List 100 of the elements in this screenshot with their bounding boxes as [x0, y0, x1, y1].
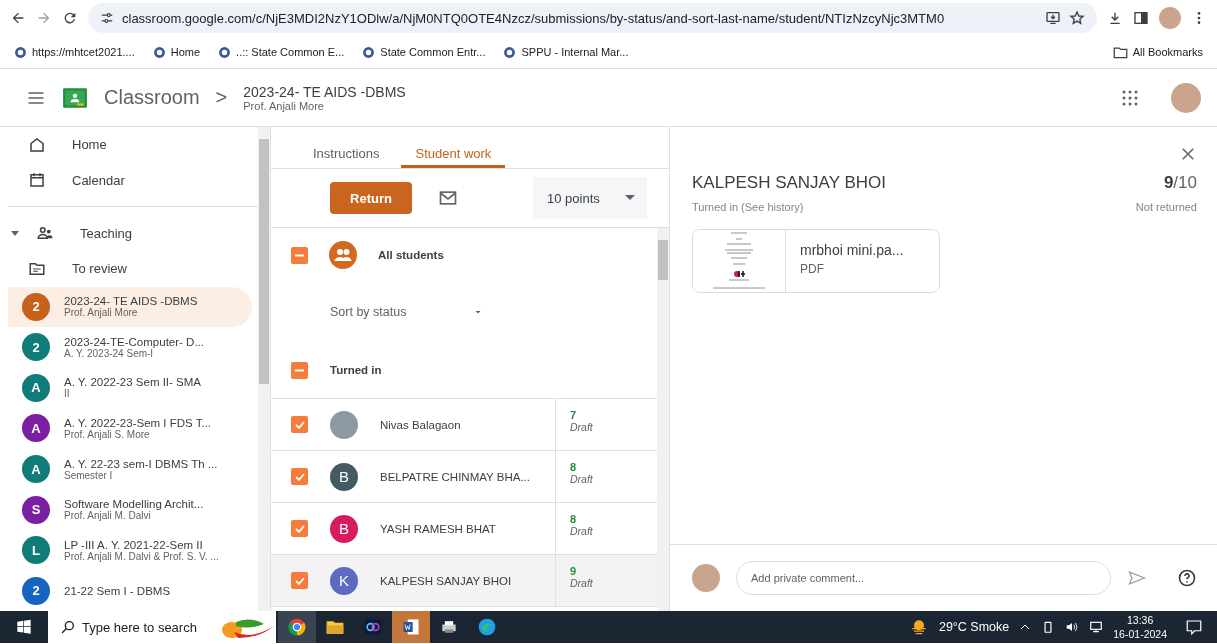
help-icon[interactable]	[1177, 568, 1197, 588]
submission-status: Draft	[570, 421, 593, 433]
nav-item[interactable]: Calendar	[0, 162, 258, 199]
nav-item[interactable]: To review	[0, 250, 258, 287]
clock[interactable]: 13:36 16-01-2024	[1113, 613, 1167, 641]
submission-status: Draft	[570, 525, 593, 537]
sort-dropdown[interactable]: Sort by status	[330, 305, 407, 319]
globe-icon	[152, 45, 166, 59]
class-title[interactable]: 2023-24- TE AIDS -DBMS	[243, 83, 406, 100]
grade[interactable]: 9	[570, 565, 593, 577]
scrollbar[interactable]	[258, 127, 270, 611]
class-avatar: 2	[22, 576, 50, 605]
tab[interactable]: Instructions	[299, 127, 394, 168]
grade[interactable]: 8	[570, 513, 593, 525]
install-app-icon[interactable]	[1045, 10, 1061, 26]
all-students-label: All students	[378, 249, 444, 261]
bookmark[interactable]: https://mhtcet2021....	[14, 45, 135, 59]
class-item[interactable]: S Software Modelling Archit... Prof. Anjali M. Dalvi	[8, 489, 252, 530]
taskbar-search-field[interactable]: Type here to search	[48, 611, 276, 643]
class-item[interactable]: A A. Y. 22-23 sem-I DBMS Th ... Semester I	[8, 448, 252, 490]
class-avatar: A	[22, 373, 50, 402]
dropdown-caret-icon	[625, 195, 635, 201]
folder-icon	[1112, 44, 1128, 60]
all-bookmarks[interactable]: All Bookmarks	[1112, 44, 1203, 60]
send-icon[interactable]	[1127, 568, 1147, 588]
back-icon[interactable]	[10, 10, 26, 26]
side-panel-icon[interactable]	[1133, 10, 1149, 26]
bookmark[interactable]: State Common Entr...	[362, 45, 486, 59]
file-name: mrbhoi mini.pa...	[800, 242, 904, 258]
grade[interactable]: 9/10	[1135, 173, 1197, 193]
weather-text[interactable]: 29°C Smoke	[938, 620, 1010, 634]
grade[interactable]: 8	[570, 461, 593, 473]
class-item[interactable]: A A. Y. 2022-23-Sem I FDS T... Prof. Anjali S. More	[8, 408, 252, 449]
profile-avatar	[692, 564, 720, 592]
class-item[interactable]: 2 21-22 Sem I - DBMS	[8, 570, 252, 611]
class-avatar: 2	[22, 333, 50, 362]
attachment-card[interactable]: mrbhoi mini.pa... PDF	[692, 229, 940, 293]
apps-grid-icon[interactable]	[1121, 88, 1139, 107]
speaker-icon[interactable]	[1065, 620, 1080, 634]
teacher-name: Prof. Anjali More	[243, 99, 325, 112]
checkbox[interactable]	[291, 572, 308, 589]
class-avatar: L	[22, 536, 50, 565]
student-name: KALPESH SANJAY BHOI	[692, 173, 886, 193]
app-name[interactable]: Classroom	[104, 86, 200, 109]
comment-field[interactable]: Add private comment...	[736, 561, 1111, 595]
reload-icon[interactable]	[62, 10, 78, 26]
globe-icon	[503, 45, 517, 59]
student-photo	[330, 410, 358, 439]
group-label: Turned in	[330, 364, 382, 376]
app-icon	[363, 617, 383, 637]
address-bar[interactable]: classroom.google.com/c/NjE3MDI2NzY1ODlw/a/NjM0NTQ0OTE4Nzcz/submissions/by-status/and-sort-last-name/student/NTIzNzcyNjc3MTM0	[88, 3, 1097, 33]
student-avatar: K	[330, 566, 358, 595]
return-status: Not returned	[1135, 201, 1197, 213]
close-icon[interactable]	[1179, 145, 1197, 163]
grade[interactable]: 7	[570, 409, 593, 421]
group-icon	[329, 241, 357, 269]
student-row[interactable]: Nivas Balagaon 7 Draft	[271, 399, 657, 451]
class-item[interactable]: 2 2023-24-TE-Computer- D... A. Y. 2023-24 Sem-I	[8, 327, 252, 368]
globe-icon	[362, 45, 376, 59]
network-icon[interactable]	[1089, 620, 1104, 634]
bookmark[interactable]: Home	[152, 45, 201, 59]
tab[interactable]: Student work	[401, 127, 506, 168]
nav-item[interactable]: Teaching	[0, 215, 258, 251]
site-settings-icon	[100, 11, 114, 25]
submission-status: Draft	[570, 473, 593, 485]
scrollbar[interactable]	[657, 228, 669, 611]
student-avatar: B	[330, 462, 358, 491]
start-icon[interactable]	[16, 619, 32, 635]
student-name: YASH RAMESH BHAT	[380, 522, 496, 535]
calendar-icon	[28, 171, 46, 190]
globe-icon	[14, 45, 27, 59]
student-avatar: B	[330, 514, 358, 543]
taskbar-app[interactable]	[392, 611, 430, 643]
points-dropdown[interactable]: 10 points	[533, 177, 647, 219]
return-button[interactable]: Return	[330, 182, 412, 214]
student-name: BELPATRE CHINMAY BHA...	[380, 470, 530, 483]
student-row[interactable]: K KALPESH SANJAY BHOI 9 Draft	[271, 555, 657, 607]
taskbar-app[interactable]	[278, 611, 316, 643]
search-icon	[60, 619, 76, 635]
breadcrumb-separator: >	[215, 86, 228, 109]
checkbox[interactable]	[291, 468, 308, 485]
globe-icon	[218, 45, 232, 59]
star-icon[interactable]	[1069, 10, 1085, 26]
email-icon[interactable]	[438, 188, 458, 208]
checkbox[interactable]	[291, 361, 308, 379]
student-row[interactable]: B BELPATRE CHINMAY BHA... 8 Draft	[271, 451, 657, 503]
class-item[interactable]: L LP -III A. Y. 2021-22-Sem II Prof. Anjali M. Dalvi & Prof. S. V. ...	[8, 529, 252, 571]
submission-status[interactable]: Turned in (See history)	[692, 201, 886, 213]
nav-item[interactable]: Home	[0, 127, 258, 163]
class-item[interactable]: A A. Y. 2022-23 Sem II- SMA II	[8, 367, 252, 409]
bookmark[interactable]: ..:: State Common E...	[218, 45, 345, 59]
checkbox[interactable]	[291, 416, 308, 433]
document-icon	[401, 617, 421, 637]
notifications-icon[interactable]	[1185, 618, 1203, 636]
checkbox[interactable]	[291, 246, 308, 264]
download-icon[interactable]	[1107, 10, 1123, 26]
class-item[interactable]: 2 2023-24- TE AIDS -DBMS Prof. Anjali More	[8, 286, 252, 328]
bookmark[interactable]: SPPU - Internal Mar...	[503, 45, 629, 59]
file-type: PDF	[800, 262, 825, 276]
checkbox[interactable]	[291, 520, 308, 537]
